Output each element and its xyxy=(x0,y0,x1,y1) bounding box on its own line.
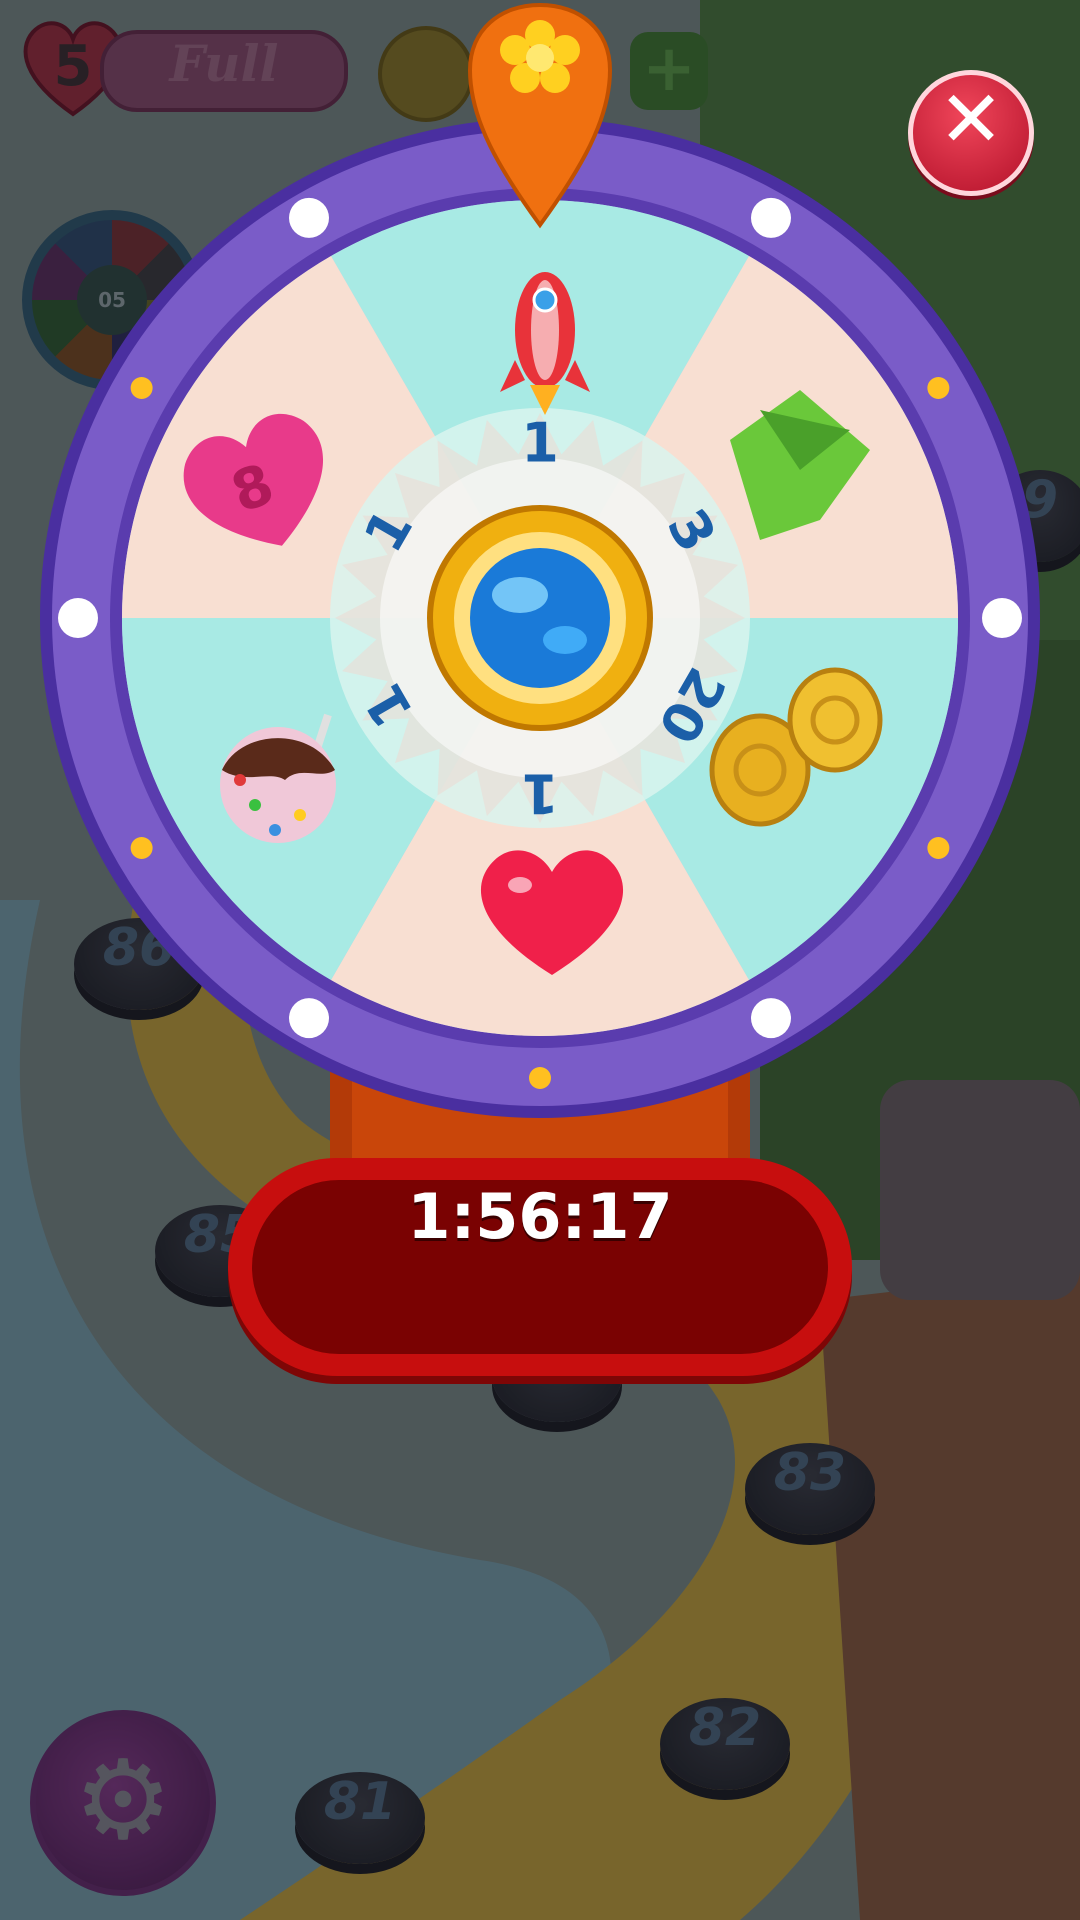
rim-light xyxy=(289,197,329,238)
rim-light xyxy=(927,837,950,859)
timer-panel: 1:56:17 xyxy=(228,1158,852,1376)
close-icon: ✕ xyxy=(938,75,1004,165)
rim-light xyxy=(751,197,791,238)
rim-light xyxy=(130,377,153,399)
rim-light xyxy=(58,598,98,638)
rim-light xyxy=(751,998,791,1039)
rim-light xyxy=(927,377,950,399)
prize-quantity: 1 xyxy=(521,762,559,825)
rim-light xyxy=(529,1067,551,1089)
rim-light xyxy=(130,837,153,859)
prize-wheel[interactable]: 1320111 8 xyxy=(0,0,1080,1920)
gem-icon xyxy=(470,548,610,688)
prize-quantity: 1 xyxy=(521,412,559,475)
close-button[interactable]: ✕ xyxy=(908,70,1034,196)
rim-light xyxy=(982,598,1022,638)
rim-light xyxy=(289,998,329,1039)
countdown-timer: 1:56:17 xyxy=(407,1180,673,1253)
timer-inner: 1:56:17 xyxy=(252,1180,828,1354)
